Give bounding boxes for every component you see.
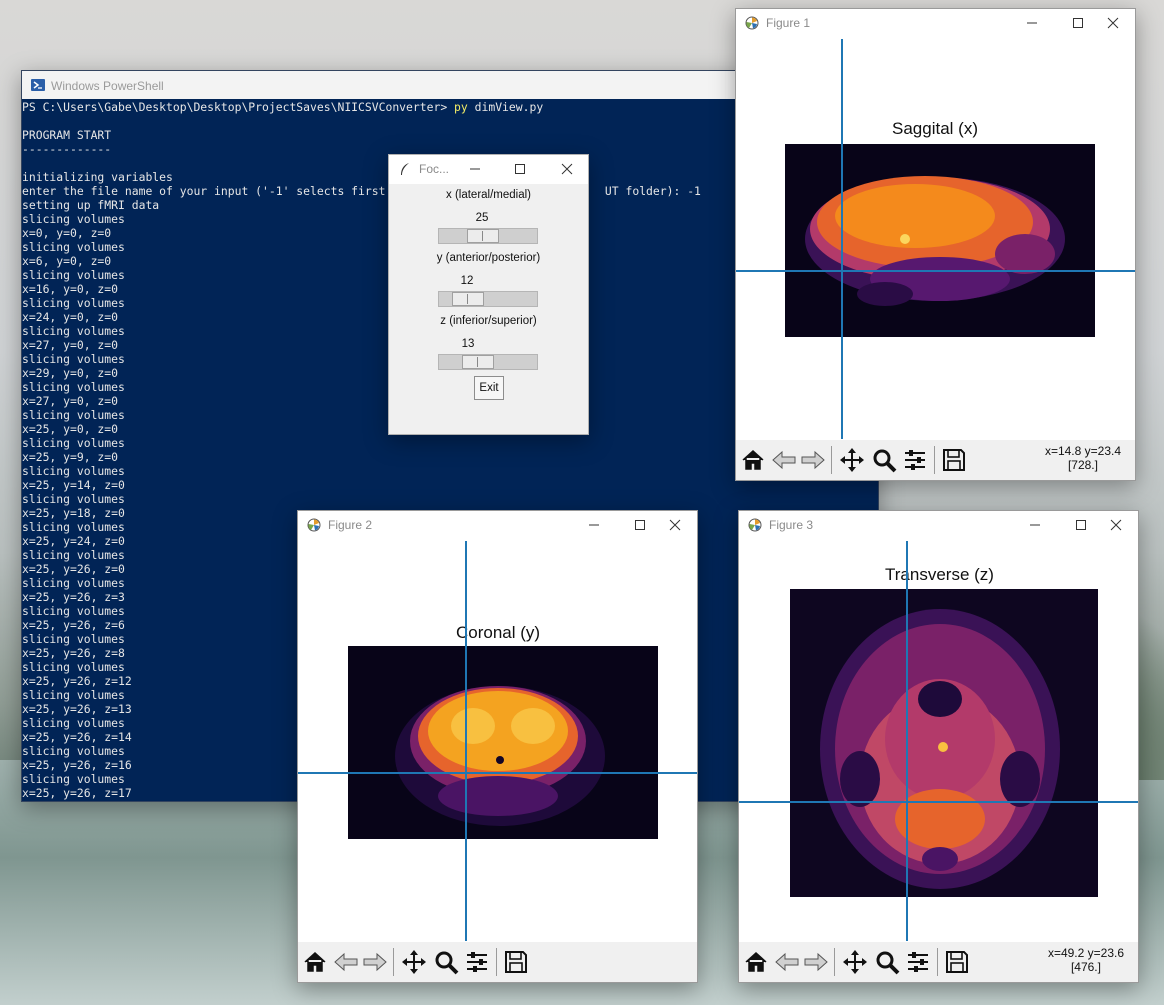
forward-arrow-icon[interactable] bbox=[361, 948, 389, 976]
powershell-icon bbox=[31, 78, 45, 92]
transverse-brain-image bbox=[790, 589, 1098, 897]
matplotlib-icon bbox=[307, 518, 321, 532]
figure-2-canvas[interactable]: Coronal (y) bbox=[298, 539, 697, 942]
zoom-magnifier-icon[interactable] bbox=[432, 948, 460, 976]
configure-subplots-icon[interactable] bbox=[901, 446, 929, 474]
console-command-args: dimView.py bbox=[467, 100, 544, 114]
saggital-plot-title: Saggital (x) bbox=[892, 119, 978, 138]
tk-feather-icon bbox=[398, 162, 412, 176]
z-slider-value: 13 bbox=[461, 338, 475, 350]
x-slider-thumb[interactable] bbox=[467, 229, 499, 243]
toolbar-separator bbox=[831, 446, 832, 474]
back-arrow-icon[interactable] bbox=[770, 446, 798, 474]
toolbar-separator bbox=[934, 446, 935, 474]
y-slider-label: y (anterior/posterior) bbox=[436, 252, 541, 264]
close-button[interactable] bbox=[556, 158, 578, 180]
coord-line-1: x=49.2 y=23.6 bbox=[1047, 946, 1124, 960]
cursor-coordinates: x=49.2 y=23.6 [476.] bbox=[1048, 946, 1124, 974]
x-slider-label: x (lateral/medial) bbox=[446, 189, 531, 201]
figure-3-canvas[interactable]: Transverse (z) bbox=[739, 539, 1138, 942]
focus-dialog-titlebar[interactable]: Foc... bbox=[389, 155, 588, 184]
forward-arrow-icon[interactable] bbox=[802, 948, 830, 976]
figure-2-toolbar bbox=[298, 942, 697, 982]
crosshair-horizontal bbox=[298, 772, 697, 774]
figure-1-titlebar[interactable]: Figure 1 bbox=[736, 9, 1135, 37]
coord-line-2: [728.] bbox=[1067, 458, 1098, 472]
focus-dialog-title: Foc... bbox=[419, 162, 450, 176]
coronal-plot-title: Coronal (y) bbox=[456, 623, 541, 642]
crosshair-vertical bbox=[906, 541, 908, 941]
save-floppy-icon[interactable] bbox=[940, 446, 968, 474]
zoom-magnifier-icon[interactable] bbox=[870, 446, 898, 474]
configure-subplots-icon[interactable] bbox=[463, 948, 491, 976]
pan-move-icon[interactable] bbox=[400, 948, 428, 976]
figure-3-titlebar[interactable]: Figure 3 bbox=[739, 511, 1138, 539]
figure-1-window: Figure 1 Saggital (x) x=14.8 y=23.4 [728… bbox=[735, 8, 1136, 481]
crosshair-horizontal bbox=[739, 801, 1138, 803]
back-arrow-icon[interactable] bbox=[773, 948, 801, 976]
close-button[interactable] bbox=[1091, 12, 1135, 34]
minimize-button[interactable] bbox=[583, 514, 605, 536]
home-icon[interactable] bbox=[739, 446, 767, 474]
close-button[interactable] bbox=[653, 514, 697, 536]
x-slider-value: 25 bbox=[475, 212, 489, 224]
crosshair-vertical bbox=[841, 39, 843, 439]
figure-3-window: Figure 3 Transverse (z) x=49.2 y=23.6 [4… bbox=[738, 510, 1139, 983]
z-slider[interactable] bbox=[438, 354, 538, 370]
console-prompt: PS C:\Users\Gabe\Desktop\Desktop\Project… bbox=[22, 100, 455, 114]
minimize-button[interactable] bbox=[464, 158, 486, 180]
pan-move-icon[interactable] bbox=[838, 446, 866, 474]
figure-2-title: Figure 2 bbox=[328, 518, 373, 532]
y-slider-value: 12 bbox=[460, 275, 474, 287]
pan-move-icon[interactable] bbox=[841, 948, 869, 976]
matplotlib-icon bbox=[745, 16, 759, 30]
toolbar-separator bbox=[496, 948, 497, 976]
coronal-brain-image bbox=[348, 646, 658, 839]
matplotlib-icon bbox=[748, 518, 762, 532]
saggital-brain-image bbox=[785, 144, 1095, 337]
z-slider-label: z (inferior/superior) bbox=[440, 315, 537, 327]
figure-1-canvas[interactable]: Saggital (x) bbox=[736, 37, 1135, 440]
maximize-button[interactable] bbox=[509, 158, 531, 180]
close-button[interactable] bbox=[1094, 514, 1138, 536]
back-arrow-icon[interactable] bbox=[332, 948, 360, 976]
figure-2-titlebar[interactable]: Figure 2 bbox=[298, 511, 697, 539]
forward-arrow-icon[interactable] bbox=[799, 446, 827, 474]
home-icon[interactable] bbox=[301, 948, 329, 976]
z-slider-thumb[interactable] bbox=[462, 355, 494, 369]
toolbar-separator bbox=[834, 948, 835, 976]
maximize-button[interactable] bbox=[1067, 12, 1089, 34]
crosshair-vertical bbox=[465, 541, 467, 941]
console-line: slicing volumes bbox=[22, 492, 125, 506]
figure-3-toolbar: x=49.2 y=23.6 [476.] bbox=[739, 942, 1138, 982]
console-command-py: py bbox=[454, 100, 468, 114]
minimize-button[interactable] bbox=[1021, 12, 1043, 34]
crosshair-horizontal bbox=[736, 270, 1135, 272]
figure-1-toolbar: x=14.8 y=23.4 [728.] bbox=[736, 440, 1135, 480]
configure-subplots-icon[interactable] bbox=[904, 948, 932, 976]
toolbar-separator bbox=[393, 948, 394, 976]
save-floppy-icon[interactable] bbox=[502, 948, 530, 976]
home-icon[interactable] bbox=[742, 948, 770, 976]
exit-button[interactable]: Exit bbox=[474, 376, 504, 400]
save-floppy-icon[interactable] bbox=[943, 948, 971, 976]
y-slider-thumb[interactable] bbox=[452, 292, 484, 306]
transverse-plot-title: Transverse (z) bbox=[885, 565, 994, 584]
coord-line-2: [476.] bbox=[1070, 960, 1101, 974]
toolbar-separator bbox=[937, 948, 938, 976]
coord-line-1: x=14.8 y=23.4 bbox=[1044, 444, 1121, 458]
x-slider[interactable] bbox=[438, 228, 538, 244]
maximize-button[interactable] bbox=[629, 514, 651, 536]
figure-3-title: Figure 3 bbox=[769, 518, 814, 532]
figure-2-window: Figure 2 Coronal (y) bbox=[297, 510, 698, 983]
figure-1-title: Figure 1 bbox=[766, 16, 811, 30]
maximize-button[interactable] bbox=[1070, 514, 1092, 536]
cursor-coordinates: x=14.8 y=23.4 [728.] bbox=[1045, 444, 1121, 472]
focus-dialog-window: Foc... x (lateral/medial) 25 y (anterior… bbox=[388, 154, 589, 435]
zoom-magnifier-icon[interactable] bbox=[873, 948, 901, 976]
minimize-button[interactable] bbox=[1024, 514, 1046, 536]
y-slider[interactable] bbox=[438, 291, 538, 307]
powershell-title: Windows PowerShell bbox=[51, 79, 164, 93]
